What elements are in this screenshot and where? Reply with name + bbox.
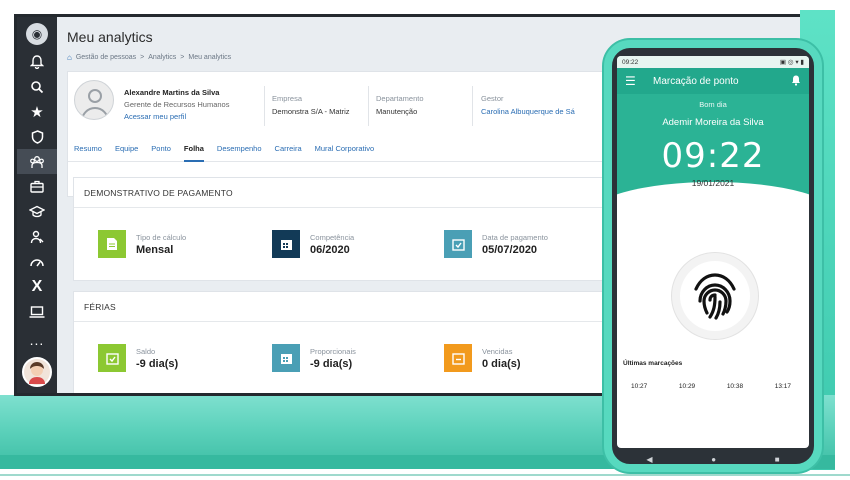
gauge-icon[interactable] bbox=[17, 249, 57, 274]
more-icon[interactable]: ... bbox=[30, 332, 45, 348]
home-crumb-icon[interactable]: ⌂ bbox=[67, 53, 72, 62]
profile-avatar-icon bbox=[74, 80, 114, 120]
vencidas-label: Vencidas bbox=[482, 346, 513, 356]
crumb-gestao[interactable]: Gestão de pessoas bbox=[76, 54, 136, 61]
crumb-analytics[interactable]: Analytics bbox=[148, 54, 176, 61]
profile-link[interactable]: Acessar meu perfil bbox=[124, 112, 186, 121]
tipo-calculo-item: Tipo de cálculo Mensal bbox=[98, 230, 186, 258]
crumb-sep: > bbox=[140, 54, 145, 61]
phone-device: 09:22 ▣ ◎ ▾ ▮ ☰ Marcação de ponto Bom di… bbox=[604, 40, 822, 472]
tipo-calculo-value: Mensal bbox=[136, 243, 174, 256]
shield-icon[interactable] bbox=[17, 124, 57, 149]
empresa-field: Empresa Demonstra S/A - Matriz bbox=[272, 94, 350, 116]
departamento-label: Departamento bbox=[376, 94, 424, 103]
gestor-label: Gestor bbox=[481, 94, 504, 103]
phone-hero: Bom dia Ademir Moreira da Silva 09:22 19… bbox=[617, 94, 809, 252]
tab-mural-corporativo[interactable]: Mural Corporativo bbox=[315, 140, 375, 162]
calendar-check-icon bbox=[98, 344, 126, 372]
tab-ponto[interactable]: Ponto bbox=[151, 140, 171, 162]
clock-date: 19/01/2021 bbox=[691, 178, 735, 188]
divider bbox=[368, 86, 369, 126]
x-icon[interactable]: X bbox=[17, 274, 57, 299]
empresa-value: Demonstra S/A - Matriz bbox=[272, 107, 350, 116]
divider bbox=[472, 86, 473, 126]
fingerprint-button[interactable] bbox=[671, 252, 759, 340]
mark-time: 10:27 bbox=[631, 383, 648, 390]
profile-role: Gerente de Recursos Humanos bbox=[124, 100, 230, 109]
phone-screen: 09:22 ▣ ◎ ▾ ▮ ☰ Marcação de ponto Bom di… bbox=[617, 56, 809, 448]
vencidas-value: 0 dia(s) bbox=[482, 357, 521, 370]
laptop-icon[interactable] bbox=[17, 299, 57, 324]
proporcionais-item: Proporcionais -9 dia(s) bbox=[272, 344, 356, 372]
phone-nav-bar: ◀ ● ■ bbox=[617, 451, 809, 467]
breadcrumb: ⌂ Gestão de pessoas > Analytics > Meu an… bbox=[67, 53, 231, 62]
home-icon[interactable]: ◉ bbox=[26, 23, 48, 45]
person-icon[interactable] bbox=[17, 224, 57, 249]
tab-carreira[interactable]: Carreira bbox=[275, 140, 302, 162]
briefcase-icon[interactable] bbox=[17, 174, 57, 199]
proporcionais-label: Proporcionais bbox=[310, 346, 356, 356]
backdrop-line bbox=[0, 474, 850, 476]
tab-desempenho[interactable]: Desempenho bbox=[217, 140, 262, 162]
sidebar: ◉ ★ X ... bbox=[17, 17, 57, 393]
divider bbox=[264, 86, 265, 126]
saldo-label: Saldo bbox=[136, 346, 156, 356]
status-icons: ▣ ◎ ▾ ▮ bbox=[779, 59, 804, 66]
graduation-icon[interactable] bbox=[17, 199, 57, 224]
last-marks-title: Últimas marcações bbox=[623, 360, 683, 367]
vencidas-item: Vencidas 0 dia(s) bbox=[444, 344, 521, 372]
gestor-field: Gestor Carolina Albuquerque de Sá bbox=[481, 94, 575, 116]
phone-status-bar: 09:22 ▣ ◎ ▾ ▮ bbox=[617, 56, 809, 68]
tab-resumo[interactable]: Resumo bbox=[74, 140, 102, 162]
bell-icon[interactable] bbox=[17, 49, 57, 74]
calendar-icon bbox=[272, 344, 300, 372]
competencia-item: Competência 06/2020 bbox=[272, 230, 354, 258]
clock-time: 09:22 bbox=[661, 136, 765, 176]
data-pagamento-item: Data de pagamento 05/07/2020 bbox=[444, 230, 548, 258]
data-pagamento-label: Data de pagamento bbox=[482, 232, 548, 242]
gestor-value[interactable]: Carolina Albuquerque de Sá bbox=[481, 107, 575, 116]
departamento-value: Manutenção bbox=[376, 107, 418, 116]
bell-icon[interactable] bbox=[791, 75, 801, 88]
team-icon[interactable] bbox=[17, 149, 57, 174]
saldo-item: Saldo -9 dia(s) bbox=[98, 344, 178, 372]
document-icon bbox=[98, 230, 126, 258]
user-avatar[interactable] bbox=[22, 357, 52, 387]
crumb-sep: > bbox=[180, 54, 185, 61]
search-icon[interactable] bbox=[17, 74, 57, 99]
crumb-meu-analytics: Meu analytics bbox=[188, 54, 232, 61]
tab-equipe[interactable]: Equipe bbox=[115, 140, 138, 162]
tab-folha[interactable]: Folha bbox=[183, 140, 204, 162]
last-marks-list: 10:27 10:29 10:38 13:17 bbox=[631, 383, 791, 390]
mark-time: 13:17 bbox=[774, 383, 791, 390]
phone-app-title: Marcação de ponto bbox=[653, 75, 739, 87]
greeting: Bom dia bbox=[699, 100, 727, 109]
saldo-value: -9 dia(s) bbox=[136, 357, 179, 370]
calendar-minus-icon bbox=[444, 344, 472, 372]
phone-user-name: Ademir Moreira da Silva bbox=[662, 117, 764, 128]
home-nav-icon[interactable]: ● bbox=[711, 455, 716, 464]
calendar-check-icon bbox=[444, 230, 472, 258]
competencia-value: 06/2020 bbox=[310, 243, 350, 256]
mark-time: 10:38 bbox=[726, 383, 744, 390]
status-time: 09:22 bbox=[622, 58, 639, 66]
recents-icon[interactable]: ■ bbox=[775, 455, 780, 464]
page-title: Meu analytics bbox=[67, 29, 153, 45]
mark-time: 10:29 bbox=[678, 383, 696, 390]
fingerprint-icon bbox=[680, 261, 750, 331]
data-pagamento-value: 05/07/2020 bbox=[482, 243, 538, 256]
proporcionais-value: -9 dia(s) bbox=[310, 357, 353, 370]
star-icon[interactable]: ★ bbox=[17, 99, 57, 124]
phone-app-bar: ☰ Marcação de ponto bbox=[617, 68, 809, 94]
back-icon[interactable]: ◀ bbox=[646, 455, 652, 464]
competencia-label: Competência bbox=[310, 232, 355, 242]
menu-icon[interactable]: ☰ bbox=[625, 74, 645, 88]
empresa-label: Empresa bbox=[272, 94, 303, 103]
calendar-icon bbox=[272, 230, 300, 258]
tipo-calculo-label: Tipo de cálculo bbox=[136, 232, 187, 242]
profile-name: Alexandre Martins da Silva bbox=[124, 88, 220, 97]
departamento-field: Departamento Manutenção bbox=[376, 94, 424, 116]
